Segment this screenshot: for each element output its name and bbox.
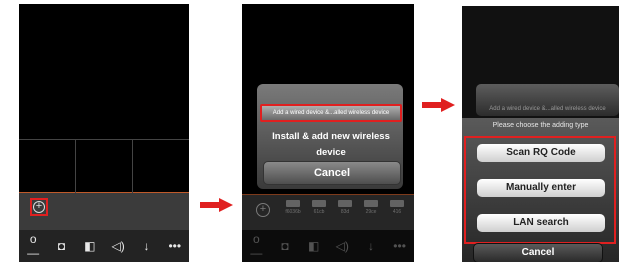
lan-search-button[interactable]: LAN search xyxy=(477,214,605,232)
bottom-toolbar: o— ◘ ◧ ◁) ↓ ••• xyxy=(19,230,189,262)
grid-divider xyxy=(132,140,133,193)
arrow-right-icon xyxy=(200,198,234,212)
more-icon[interactable]: ••• xyxy=(166,239,184,253)
screen-add-sheet: + f6036b 61cb 83d 29ce 416 o— ◘ ◧ ◁) ↓ •… xyxy=(242,4,414,262)
arrow-right-icon xyxy=(422,98,456,112)
key-icon[interactable]: o— xyxy=(24,232,42,260)
add-wired-device-option: Add a wired device &...alled wireless de… xyxy=(476,84,619,116)
manual-enter-button[interactable]: Manually enter xyxy=(477,179,605,197)
speaker-icon[interactable]: ◁) xyxy=(109,239,127,253)
option-label: Add a wired device &...alled wireless de… xyxy=(489,106,606,112)
scan-qr-button[interactable]: Scan RQ Code xyxy=(477,144,605,162)
cancel-button[interactable]: Cancel xyxy=(473,243,603,262)
screen-live-view: + o— ◘ ◧ ◁) ↓ ••• xyxy=(19,4,189,262)
sheet-prompt: Please choose the adding type xyxy=(492,122,589,129)
add-device-button[interactable]: + xyxy=(30,198,48,216)
install-wireless-device-option[interactable]: Install & add new wireless device xyxy=(261,129,401,158)
add-circle-icon: + xyxy=(33,201,45,213)
screen-adding-type: Add a wired device &...alled wireless de… xyxy=(462,6,619,262)
action-sheet: Add a wired device &...alled wireless de… xyxy=(257,84,403,189)
cancel-button[interactable]: Cancel xyxy=(263,161,401,185)
mic-icon[interactable]: ↓ xyxy=(137,239,155,253)
add-wired-device-option[interactable]: Add a wired device &...alled wireless de… xyxy=(260,104,402,122)
adding-type-sheet: Please choose the adding type Scan RQ Co… xyxy=(462,118,619,262)
channel-bar: + xyxy=(19,193,189,230)
camera-icon[interactable]: ◘ xyxy=(52,239,70,253)
highlight-box: Scan RQ Code Manually enter LAN search xyxy=(464,136,616,244)
grid-divider xyxy=(75,140,76,193)
record-icon[interactable]: ◧ xyxy=(81,239,99,253)
channel-grid xyxy=(19,139,189,193)
